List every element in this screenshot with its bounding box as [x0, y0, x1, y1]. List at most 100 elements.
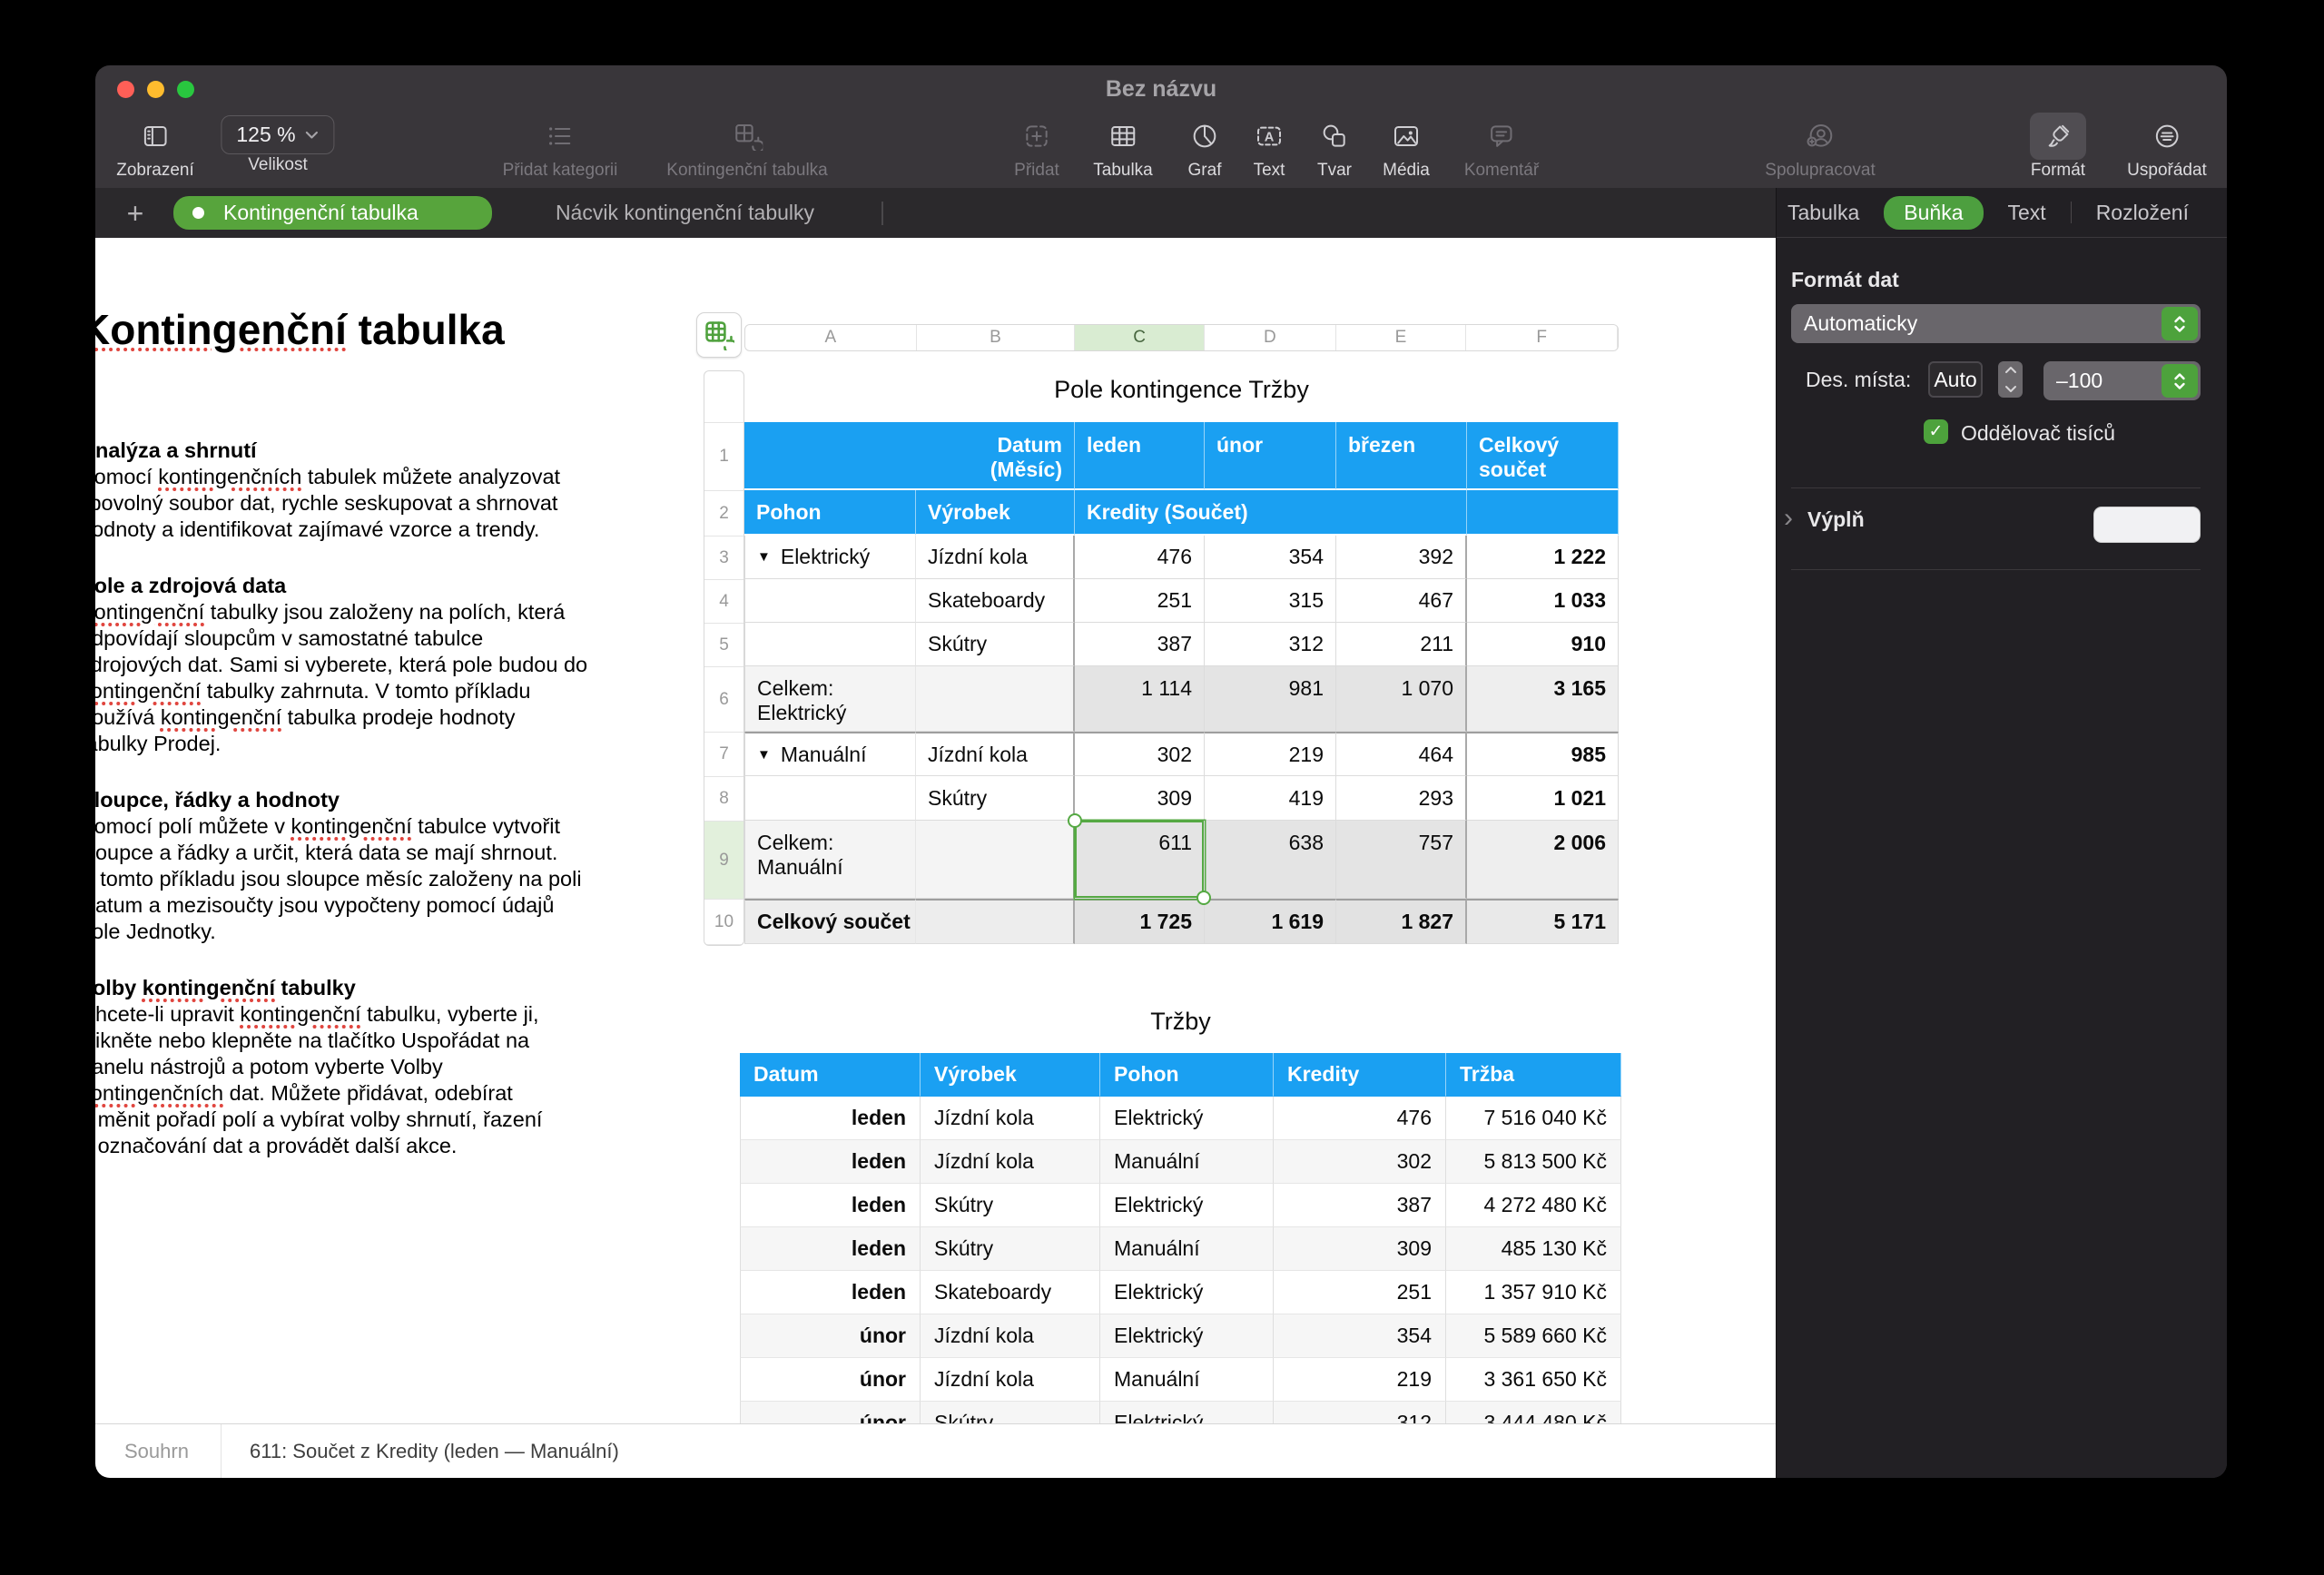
- pivot-cell-pohon[interactable]: ▼ Elektrický: [744, 536, 916, 579]
- decimals-field[interactable]: Auto: [1928, 361, 1983, 398]
- row-header-3[interactable]: 3: [704, 536, 743, 580]
- pivot-cell-value[interactable]: 985: [1467, 732, 1619, 776]
- pivot-cell-value[interactable]: 302: [1075, 732, 1205, 776]
- select-stepper-icon[interactable]: [2162, 307, 2198, 340]
- sales-table-title[interactable]: Tržby: [740, 1008, 1621, 1036]
- pivot-cell-value[interactable]: 1 827: [1336, 899, 1467, 944]
- thousands-separator-checkbox[interactable]: ✓: [1924, 419, 1948, 444]
- sales-cell[interactable]: Jízdní kola: [921, 1097, 1100, 1140]
- toolbar-button-form-t[interactable]: Formát: [2030, 113, 2086, 181]
- sales-cell[interactable]: 387: [1274, 1184, 1446, 1227]
- row-header-7[interactable]: 7: [704, 733, 743, 777]
- row-header-8[interactable]: 8: [704, 777, 743, 822]
- disclosure-chevron-icon[interactable]: ›: [1784, 505, 1793, 532]
- sales-cell[interactable]: Skútry: [921, 1402, 1100, 1423]
- sales-cell[interactable]: Manuální: [1100, 1140, 1274, 1184]
- column-header-C[interactable]: C: [1075, 325, 1205, 350]
- sales-cell[interactable]: 309: [1274, 1227, 1446, 1271]
- sales-cell[interactable]: Elektrický: [1100, 1402, 1274, 1423]
- pivot-cell-value[interactable]: 312: [1205, 623, 1336, 666]
- sales-cell[interactable]: Jízdní kola: [921, 1140, 1100, 1184]
- sales-cell[interactable]: 219: [1274, 1358, 1446, 1402]
- pivot-cell-value[interactable]: 392: [1336, 536, 1467, 579]
- row-header-1[interactable]: 1: [704, 423, 743, 491]
- pivot-cell-value[interactable]: 354: [1205, 536, 1336, 579]
- pivot-cell-pohon[interactable]: ▼ Manuální: [744, 732, 916, 776]
- tab-rozlozeni[interactable]: Rozložení: [2096, 201, 2189, 225]
- sales-cell[interactable]: leden: [740, 1227, 921, 1271]
- sales-cell[interactable]: 485 130 Kč: [1446, 1227, 1621, 1271]
- sales-cell[interactable]: 251: [1274, 1271, 1446, 1314]
- pivot-cell-vyrobek[interactable]: Jízdní kola: [916, 732, 1075, 776]
- decimals-stepper[interactable]: [1998, 361, 2023, 398]
- sales-table[interactable]: Datum Výrobek Pohon Kredity Tržba leden Jízdní…: [740, 1053, 1621, 1423]
- toolbar-button-graf[interactable]: Graf: [1177, 113, 1233, 181]
- pivot-cell-value[interactable]: 910: [1467, 623, 1619, 666]
- row-header-4[interactable]: 4: [704, 580, 743, 624]
- pivot-cell-pohon[interactable]: Celkem: Manuální: [744, 821, 916, 899]
- row-header-10[interactable]: 10: [704, 900, 743, 945]
- sales-cell[interactable]: únor: [740, 1402, 921, 1423]
- column-header-E[interactable]: E: [1336, 325, 1467, 350]
- pivot-header-datum[interactable]: Datum (Měsíc): [744, 422, 1075, 490]
- pivot-cell-value[interactable]: 1 619: [1205, 899, 1336, 944]
- sales-cell[interactable]: Skútry: [921, 1227, 1100, 1271]
- pivot-cell-value[interactable]: 1 033: [1467, 579, 1619, 623]
- pivot-cell-value[interactable]: 1 725: [1075, 899, 1205, 944]
- summary-menu[interactable]: Souhrn: [124, 1424, 189, 1478]
- pivot-cell-value[interactable]: 1 222: [1467, 536, 1619, 579]
- zoom-level-button[interactable]: 125 %: [221, 115, 335, 154]
- pivot-header-pohon[interactable]: Pohon: [744, 490, 916, 536]
- sales-cell[interactable]: 1 357 910 Kč: [1446, 1271, 1621, 1314]
- sales-header-výrobek[interactable]: Výrobek: [921, 1053, 1100, 1097]
- sales-cell[interactable]: leden: [740, 1271, 921, 1314]
- document-text-column[interactable]: Kontingenční tabulka Analýza a shrnutí P…: [95, 305, 661, 1159]
- toolbar-button-velikost[interactable]: 125 % Velikost: [221, 113, 335, 175]
- pivot-cell-vyrobek[interactable]: [916, 899, 1075, 944]
- pivot-cell-pohon[interactable]: Celkový součet: [744, 899, 916, 944]
- collapse-triangle-icon[interactable]: ▼: [757, 549, 771, 565]
- sales-cell[interactable]: 312: [1274, 1402, 1446, 1423]
- sales-cell[interactable]: 3 361 650 Kč: [1446, 1358, 1621, 1402]
- sales-cell[interactable]: Elektrický: [1100, 1097, 1274, 1140]
- table-handle-icon[interactable]: [696, 312, 742, 358]
- pivot-cell-pohon[interactable]: [744, 579, 916, 623]
- toolbar-button-tabulka[interactable]: Tabulka: [1093, 113, 1153, 181]
- row-header-6[interactable]: 6: [704, 667, 743, 733]
- fill-color-well[interactable]: [2093, 507, 2201, 543]
- pivot-cell-value[interactable]: 387: [1075, 623, 1205, 666]
- toolbar-button-spolupracovat[interactable]: Spolupracovat: [1765, 113, 1876, 181]
- sales-cell[interactable]: Jízdní kola: [921, 1314, 1100, 1358]
- pivot-cell-value[interactable]: 219: [1205, 732, 1336, 776]
- sales-header-datum[interactable]: Datum: [740, 1053, 921, 1097]
- sales-cell[interactable]: únor: [740, 1314, 921, 1358]
- toolbar-button-p-idat-kategorii[interactable]: Přidat kategorii: [503, 113, 617, 181]
- pivot-cell-value[interactable]: 3 165: [1467, 666, 1619, 732]
- pivot-cell-pohon[interactable]: [744, 776, 916, 821]
- pivot-cell-value[interactable]: 638: [1205, 821, 1336, 899]
- pivot-header-kredity[interactable]: Kredity (Součet): [1075, 490, 1467, 536]
- pivot-cell-value[interactable]: 2 006: [1467, 821, 1619, 899]
- toolbar-button-m-dia[interactable]: Média: [1378, 113, 1434, 181]
- sales-cell[interactable]: leden: [740, 1184, 921, 1227]
- sales-cell[interactable]: 5 589 660 Kč: [1446, 1314, 1621, 1358]
- pivot-cell-value[interactable]: 211: [1336, 623, 1467, 666]
- select-stepper-icon[interactable]: [2162, 364, 2198, 398]
- sales-cell[interactable]: leden: [740, 1097, 921, 1140]
- stepper-up-icon[interactable]: [2004, 361, 2017, 379]
- sales-cell[interactable]: Manuální: [1100, 1358, 1274, 1402]
- pivot-cell-value[interactable]: 611: [1068, 813, 1211, 905]
- negative-format-select[interactable]: –100: [2043, 361, 2201, 400]
- toolbar-button-tvar[interactable]: Tvar: [1306, 113, 1363, 181]
- pivot-cell-pohon[interactable]: [744, 623, 916, 666]
- sales-cell[interactable]: 476: [1274, 1097, 1446, 1140]
- row-header-2[interactable]: 2: [704, 491, 743, 536]
- tab-nacvik-kontingencni-tabulky[interactable]: Nácvik kontingenční tabulky: [547, 196, 822, 230]
- pivot-header-month[interactable]: leden: [1075, 422, 1205, 490]
- toolbar-button-zobrazen-[interactable]: Zobrazení: [116, 113, 194, 181]
- column-header-A[interactable]: A: [745, 325, 917, 350]
- sales-cell[interactable]: Skútry: [921, 1184, 1100, 1227]
- tab-bunka[interactable]: Buňka: [1884, 195, 1984, 230]
- tab-text[interactable]: Text: [2008, 201, 2046, 225]
- pivot-cell-value[interactable]: 467: [1336, 579, 1467, 623]
